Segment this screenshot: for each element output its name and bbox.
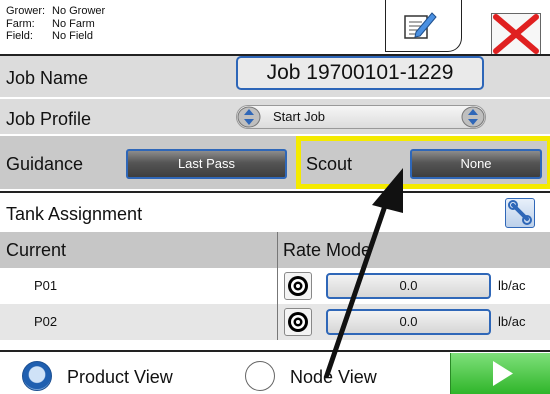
grower-row: Grower: No Grower xyxy=(6,5,105,18)
tank-assignment-row: Tank Assignment xyxy=(0,191,550,231)
guidance-button[interactable]: Last Pass xyxy=(126,149,287,179)
product-view-label[interactable]: Product View xyxy=(67,367,173,388)
notes-tab[interactable] xyxy=(385,0,462,52)
rate-unit: lb/ac xyxy=(498,314,526,329)
product-name: P01 xyxy=(34,278,58,293)
target-icon xyxy=(288,276,308,296)
spinner-left-arrow-icon[interactable] xyxy=(237,106,261,128)
table-row: P02 0.0 lb/ac xyxy=(0,304,550,340)
col-current: Current xyxy=(6,240,67,260)
farm-key: Farm: xyxy=(6,17,35,30)
job-info: Grower: No Grower Farm: No Farm Field: N… xyxy=(6,5,105,43)
close-x-icon xyxy=(493,14,539,54)
rate-field[interactable]: 0.0 xyxy=(326,273,491,299)
column-divider xyxy=(277,232,278,340)
bottom-divider xyxy=(0,350,550,352)
field-key: Field: xyxy=(6,30,33,42)
tank-assignment-label: Tank Assignment xyxy=(6,204,143,224)
col-rate-mode: Rate Mode xyxy=(283,240,372,260)
field-value: No Field xyxy=(52,30,93,42)
next-button[interactable] xyxy=(450,353,550,394)
target-rate-button[interactable] xyxy=(284,272,312,300)
guidance-label: Guidance xyxy=(6,154,84,174)
farm-row: Farm: No Farm xyxy=(6,18,105,31)
job-profile-label: Job Profile xyxy=(6,109,92,129)
grower-key: Grower: xyxy=(6,5,46,17)
product-name: P02 xyxy=(34,314,58,329)
close-button[interactable] xyxy=(491,13,541,55)
node-view-radio[interactable] xyxy=(245,361,275,391)
node-view-label[interactable]: Node View xyxy=(290,367,377,388)
table-row: P01 0.0 lb/ac xyxy=(0,268,550,304)
target-rate-button[interactable] xyxy=(284,308,312,336)
play-arrow-icon xyxy=(493,361,513,386)
product-view-radio[interactable] xyxy=(22,361,52,391)
job-name-label: Job Name xyxy=(6,68,89,88)
tank-assignment-button[interactable] xyxy=(505,198,535,228)
job-name-field[interactable]: Job 19700101-1229 xyxy=(236,56,484,90)
scout-highlight-box xyxy=(296,136,550,189)
spinner-right-arrow-icon[interactable] xyxy=(461,106,485,128)
header-bar: Grower: No Grower Farm: No Farm Field: N… xyxy=(0,0,550,55)
rate-field[interactable]: 0.0 xyxy=(326,309,491,335)
target-icon xyxy=(288,312,308,332)
grower-value: No Grower xyxy=(52,5,106,17)
table-header: Current Rate Mode xyxy=(0,232,550,268)
rate-unit: lb/ac xyxy=(498,278,526,293)
field-row: Field: No Field xyxy=(6,30,105,43)
farm-value: No Farm xyxy=(52,17,95,30)
job-profile-value: Start Job xyxy=(273,109,326,124)
note-pencil-icon xyxy=(404,12,437,39)
wrench-icon xyxy=(508,200,532,225)
job-profile-spinner[interactable]: Start Job xyxy=(236,105,486,129)
